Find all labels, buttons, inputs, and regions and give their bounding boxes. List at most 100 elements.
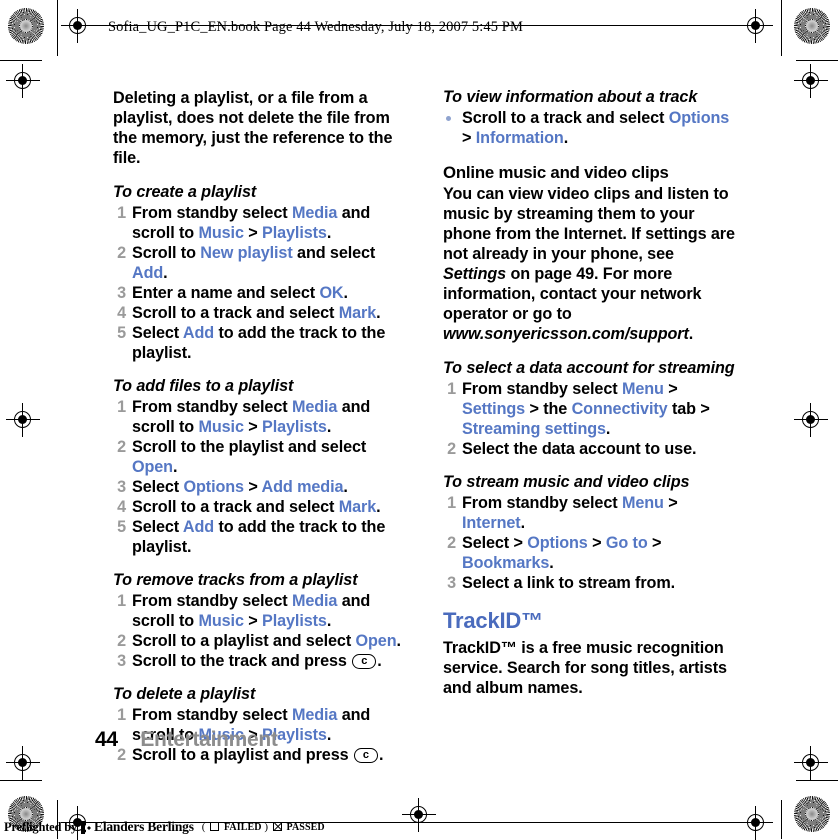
step-item: Select > Options > Go to > Bookmarks. [443, 533, 662, 572]
ui-term: Add media [261, 478, 344, 496]
passed-checkbox-icon [272, 822, 282, 831]
clear-key-icon: c [353, 748, 378, 763]
elanders-logo-icon [81, 820, 93, 834]
bullet-item: Scroll to a track and select Options > I… [443, 108, 740, 148]
registration-mark-bottom-right [794, 746, 828, 780]
ui-term: Add [182, 324, 215, 342]
ui-term: Options [668, 109, 730, 127]
ui-term: Media [291, 592, 338, 610]
resolution-target-top-left [8, 8, 44, 44]
emphasis-text: Settings [443, 265, 507, 283]
heading-to-remove-tracks-from-a-playlist: To remove tracks from a playlist [113, 571, 358, 589]
step-item: Select the data account to use. [443, 439, 697, 459]
preflight-open-paren: ( [201, 821, 206, 833]
heading-to-select-a-data-account-for-streaming: To select a data account for streaming [443, 359, 735, 377]
registration-mark-bottom-center [402, 798, 436, 832]
document-header-line: Sofia_UG_P1C_EN.book Page 44 Wednesday, … [108, 19, 523, 35]
step-item: Select a link to stream from. [443, 573, 676, 593]
ui-term: Playlists [262, 418, 327, 436]
ui-term: Streaming settings [462, 420, 606, 438]
step-item: Scroll to the playlist and select Open. [113, 437, 367, 476]
ui-term: Bookmarks [462, 554, 550, 572]
step-item: Scroll to New playlist and select Add. [113, 243, 376, 282]
step-item: Scroll to a track and select Mark. [113, 497, 381, 517]
resolution-target-top-right [794, 8, 830, 44]
registration-mark-center-right [794, 403, 828, 437]
heading-online-music-and-video-clips: Online music and video clips [443, 163, 669, 182]
ui-term: Go to [605, 534, 648, 552]
steps-to-add-files-to-a-playlist: From standby select Media and scroll to … [113, 397, 410, 557]
heading-to-create-a-playlist: To create a playlist [113, 183, 257, 201]
registration-mark-center-left [6, 403, 40, 437]
clear-key-icon: c [352, 654, 377, 669]
step-item: Scroll to a playlist and select Open. [113, 631, 401, 651]
registration-mark-top-left [61, 9, 95, 43]
registration-mark-bottom-left [6, 746, 40, 780]
ui-term: Media [291, 398, 338, 416]
ui-term: Options [183, 478, 245, 496]
crop-vrule-bottom-right [781, 800, 782, 839]
ui-term: Options [527, 534, 588, 552]
bullets-to-view-information-about-a-track: Scroll to a track and select Options > I… [443, 108, 740, 148]
crop-rule-upper-right [796, 60, 838, 61]
page-footer: 44 Entertainment [95, 728, 278, 752]
step-item: Select Add to add the track to the playl… [113, 517, 386, 556]
right-column: To view information about a track Scroll… [443, 88, 740, 713]
crop-rule-lower-right [796, 780, 838, 781]
failed-checkbox-icon [210, 822, 220, 831]
step-item: From standby select Menu > Internet. [443, 493, 678, 532]
ui-term: Add [132, 264, 164, 282]
step-item: From standby select Media and scroll to … [113, 591, 371, 630]
ui-term: Mark [338, 304, 377, 322]
ui-term: New playlist [200, 244, 293, 262]
ui-term: Information [475, 129, 564, 147]
steps-to-select-a-data-account-for-streaming: From standby select Menu > Settings > th… [443, 379, 740, 459]
ui-term: Menu [621, 380, 664, 398]
trackid-paragraph: TrackID™ is a free music recognition ser… [443, 639, 727, 697]
ui-term: Mark [338, 498, 377, 516]
footer-page-number: 44 [95, 728, 118, 751]
ui-term: Playlists [262, 612, 327, 630]
footer-section-title: Entertainment [140, 728, 278, 751]
crop-vrule-right [781, 0, 782, 56]
steps-to-stream-music-and-video-clips: From standby select Menu > Internet. Sele… [443, 493, 740, 593]
ui-term: Media [291, 706, 338, 724]
ui-term: Music [198, 418, 244, 436]
crop-rule-lower-left [0, 780, 42, 781]
resolution-target-bottom-right [794, 796, 830, 832]
heading-to-view-information-about-a-track: To view information about a track [443, 88, 698, 106]
ui-term: Internet [462, 514, 521, 532]
ui-term: Menu [621, 494, 664, 512]
left-column: Deleting a playlist, or a file from a pl… [113, 88, 410, 779]
ui-term: Music [198, 224, 244, 242]
step-item: Enter a name and select OK. [113, 283, 348, 303]
ui-term: Connectivity [571, 400, 668, 418]
registration-mark-top-right [739, 9, 773, 43]
ui-term: OK [319, 284, 344, 302]
step-item: Scroll to the track and press c. [113, 651, 382, 671]
emphasis-text: www.sonyericsson.com/support [443, 325, 689, 343]
step-item: From standby select Media and scroll to … [113, 397, 371, 436]
heading-trackid: TrackID™ [443, 608, 543, 633]
steps-to-remove-tracks-from-a-playlist: From standby select Media and scroll to … [113, 591, 410, 671]
ui-term: Add [182, 518, 215, 536]
preflight-passed-label: PASSED [286, 822, 325, 833]
ui-term: Open [132, 458, 173, 476]
ui-term: Playlists [262, 224, 327, 242]
registration-mark-mid-left [6, 64, 40, 98]
preflight-close-paren: ) [264, 821, 269, 833]
ui-term: Media [291, 204, 338, 222]
step-item: Select Add to add the track to the playl… [113, 323, 386, 362]
preflight-label: Preflighted by [4, 819, 78, 834]
steps-to-create-a-playlist: From standby select Media and scroll to … [113, 203, 410, 363]
heading-to-stream-music-and-video-clips: To stream music and video clips [443, 473, 690, 491]
online-music-paragraph: You can view video clips and listen to m… [443, 185, 735, 343]
heading-to-add-files-to-a-playlist: To add files to a playlist [113, 377, 294, 395]
ui-term: Settings [462, 400, 526, 418]
intro-paragraph: Deleting a playlist, or a file from a pl… [113, 89, 393, 167]
registration-mark-mid-right [794, 64, 828, 98]
preflight-company: Elanders Berlings [94, 819, 194, 834]
preflight-failed-label: FAILED [223, 822, 262, 833]
crop-rule-upper-left [0, 60, 42, 61]
ui-term: Music [198, 612, 244, 630]
